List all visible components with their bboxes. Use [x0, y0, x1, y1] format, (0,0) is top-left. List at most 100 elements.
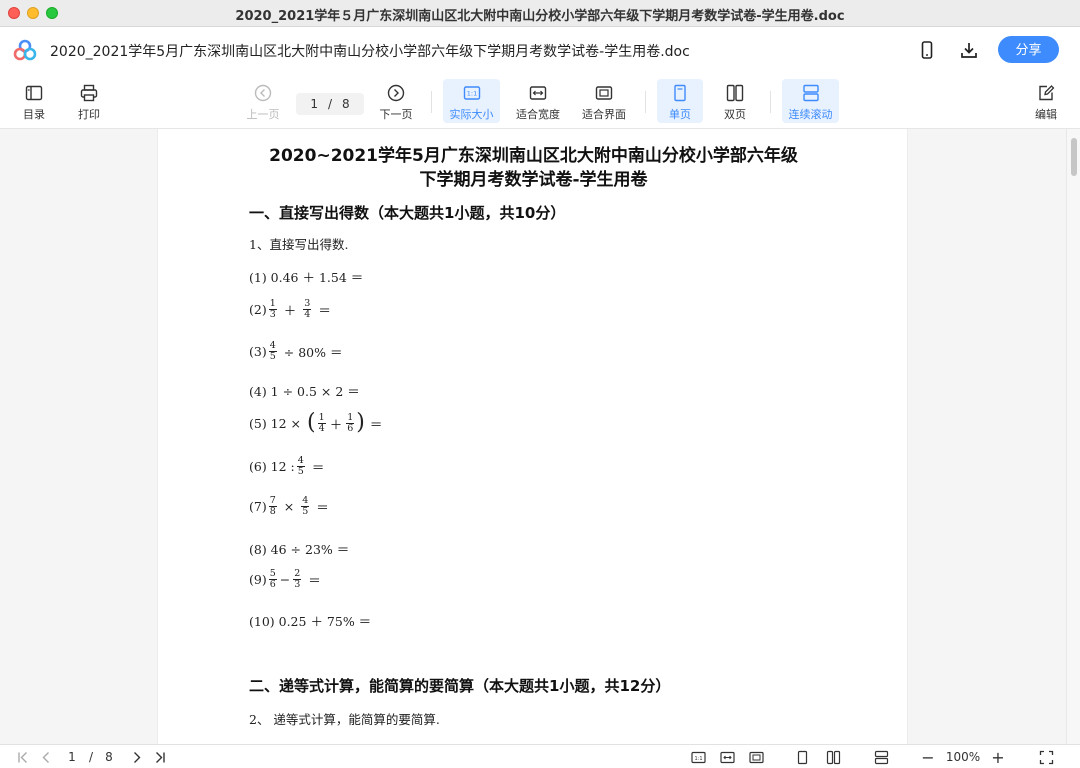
denominator: 5	[297, 466, 304, 477]
problem-label: (7)	[249, 499, 267, 514]
fit-page-icon[interactable]	[746, 749, 766, 765]
problem-8-text: (8) 46 ÷ 23% ＝	[249, 542, 350, 557]
continuous-scroll-label: 连续滚动	[788, 108, 833, 121]
expression-rest: ÷ 80% ＝	[283, 345, 343, 360]
denominator: 6	[347, 422, 354, 434]
svg-text:1:1: 1:1	[694, 755, 702, 761]
toc-label: 目录	[23, 108, 45, 121]
status-bar: 1 / 8 1:1 − 100% +	[0, 744, 1080, 768]
zoom-out-button[interactable]: −	[919, 748, 937, 767]
prev-page-button[interactable]: 上一页	[240, 79, 286, 123]
fraction: 45	[301, 496, 310, 517]
actual-size-label: 实际大小	[449, 108, 494, 121]
fraction: 45	[296, 456, 305, 477]
denominator: 3	[294, 579, 301, 590]
denominator: 3	[269, 309, 276, 320]
svg-text:1:1: 1:1	[466, 90, 476, 98]
denominator: 4	[304, 309, 311, 320]
fraction: 56	[268, 569, 277, 590]
equals-sign: ＝	[311, 460, 325, 475]
section1-title: 一、直接写出得数（本大题共1小题，共10分）	[249, 204, 566, 222]
equals-sign: ＝	[316, 500, 329, 515]
doc-heading-line1: 2020~2021学年5月广东深圳南山区北大附中南山分校小学部六年级	[269, 146, 798, 166]
single-page-icon[interactable]	[793, 749, 811, 765]
status-total-pages: 8	[105, 750, 113, 764]
fit-width-icon	[529, 86, 547, 100]
problem-3: (3) 45 ÷ 80% ＝	[249, 341, 347, 362]
problem-10: (10) 0.25 ＋ 75% ＝	[249, 611, 371, 630]
double-page-icon	[726, 84, 744, 102]
toolbar-divider	[431, 91, 432, 113]
printer-icon	[80, 84, 98, 102]
status-current-page[interactable]: 1	[64, 749, 80, 765]
edit-icon	[1039, 85, 1055, 101]
prev-page-icon[interactable]	[37, 749, 55, 765]
phone-icon[interactable]	[916, 39, 938, 61]
edit-label: 编辑	[1035, 108, 1057, 121]
zoom-level[interactable]: 100%	[944, 749, 982, 765]
download-icon[interactable]	[958, 39, 980, 61]
edit-button[interactable]: 编辑	[1024, 79, 1068, 123]
fit-page-icon	[595, 86, 613, 100]
title-bar: 2020_2021学年５月广东深圳南山区北大附中南山分校小学部六年级下学期月考数…	[0, 0, 1080, 27]
actual-size-icon: 1:1	[463, 86, 480, 100]
numerator: 1	[346, 411, 355, 424]
problem-8: (8) 46 ÷ 23% ＝	[249, 539, 349, 558]
equals-sign: ＝	[369, 416, 383, 432]
problem-label: (6) 12 :	[249, 459, 295, 474]
section2-title: 二、递等式计算，能简算的要简算（本大题共1小题，共12分）	[249, 677, 671, 695]
actual-size-button[interactable]: 1:1 实际大小	[443, 79, 500, 123]
first-page-icon[interactable]	[14, 749, 32, 765]
app-logo-icon	[13, 39, 37, 61]
double-page-button[interactable]: 双页	[712, 79, 758, 123]
left-parenthesis: (	[307, 410, 316, 435]
problem-2: (2) 13 ＋ 34 ＝	[249, 299, 336, 320]
problem-label: (5) 12 ×	[249, 415, 302, 431]
print-button[interactable]: 打印	[67, 79, 111, 123]
denominator: 5	[302, 506, 309, 517]
toolbar-divider	[770, 91, 771, 113]
denominator: 6	[269, 579, 276, 590]
prev-page-label: 上一页	[246, 108, 280, 121]
chevron-right-circle-icon	[387, 84, 405, 102]
section2-intro: 2、 递等式计算，能简算的要简算.	[249, 712, 440, 727]
fraction: 23	[293, 569, 302, 590]
fraction: 14	[317, 411, 326, 434]
fraction: 16	[346, 411, 355, 434]
double-page-icon[interactable]	[823, 749, 843, 765]
problem-1-text: (1) 0.46 ＋ 1.54 ＝	[249, 270, 364, 285]
vertical-scrollbar[interactable]	[1066, 129, 1080, 744]
fullscreen-icon[interactable]	[1036, 749, 1056, 765]
scrollbar-thumb[interactable]	[1071, 138, 1077, 176]
problem-5: (5) 12 × ( 14 ＋ 16 ) ＝	[249, 412, 387, 434]
fit-width-icon[interactable]	[717, 749, 737, 765]
page-number-input[interactable]: 1 / 8	[296, 93, 364, 115]
zoom-in-button[interactable]: +	[989, 748, 1007, 767]
continuous-scroll-icon[interactable]	[871, 749, 891, 765]
continuous-scroll-button[interactable]: 连续滚动	[782, 79, 839, 123]
chevron-left-circle-icon	[254, 84, 272, 102]
toc-icon	[25, 85, 43, 101]
next-page-button[interactable]: 下一页	[373, 79, 419, 123]
numerator: 1	[317, 411, 326, 424]
document-title: 2020_2021学年5月广东深圳南山区北大附中南山分校小学部六年级下学期月考数…	[50, 44, 690, 60]
actual-size-icon[interactable]: 1:1	[688, 749, 708, 765]
double-page-label: 双页	[724, 108, 746, 121]
toc-button[interactable]: 目录	[12, 79, 56, 123]
problem-7: (7) 78 × 45 ＝	[249, 496, 334, 517]
denominator: 4	[318, 422, 325, 434]
equals-sign: ＝	[318, 303, 331, 318]
doc-heading-line2: 下学期月考数学试卷-学生用卷	[419, 170, 648, 190]
fit-page-label: 适合界面	[582, 108, 626, 121]
next-page-icon[interactable]	[127, 749, 145, 765]
document-viewport[interactable]: 2020~2021学年5月广东深圳南山区北大附中南山分校小学部六年级 下学期月考…	[0, 129, 1080, 744]
fit-page-button[interactable]: 适合界面	[574, 79, 634, 123]
single-page-label: 单页	[669, 108, 691, 121]
share-button[interactable]: 分享	[998, 36, 1059, 63]
fit-width-button[interactable]: 适合宽度	[508, 79, 568, 123]
single-page-button[interactable]: 单页	[657, 79, 703, 123]
last-page-icon[interactable]	[150, 749, 168, 765]
toolbar-divider	[645, 91, 646, 113]
fraction: 45	[268, 341, 277, 362]
problem-6: (6) 12 : 45 ＝	[249, 456, 329, 477]
